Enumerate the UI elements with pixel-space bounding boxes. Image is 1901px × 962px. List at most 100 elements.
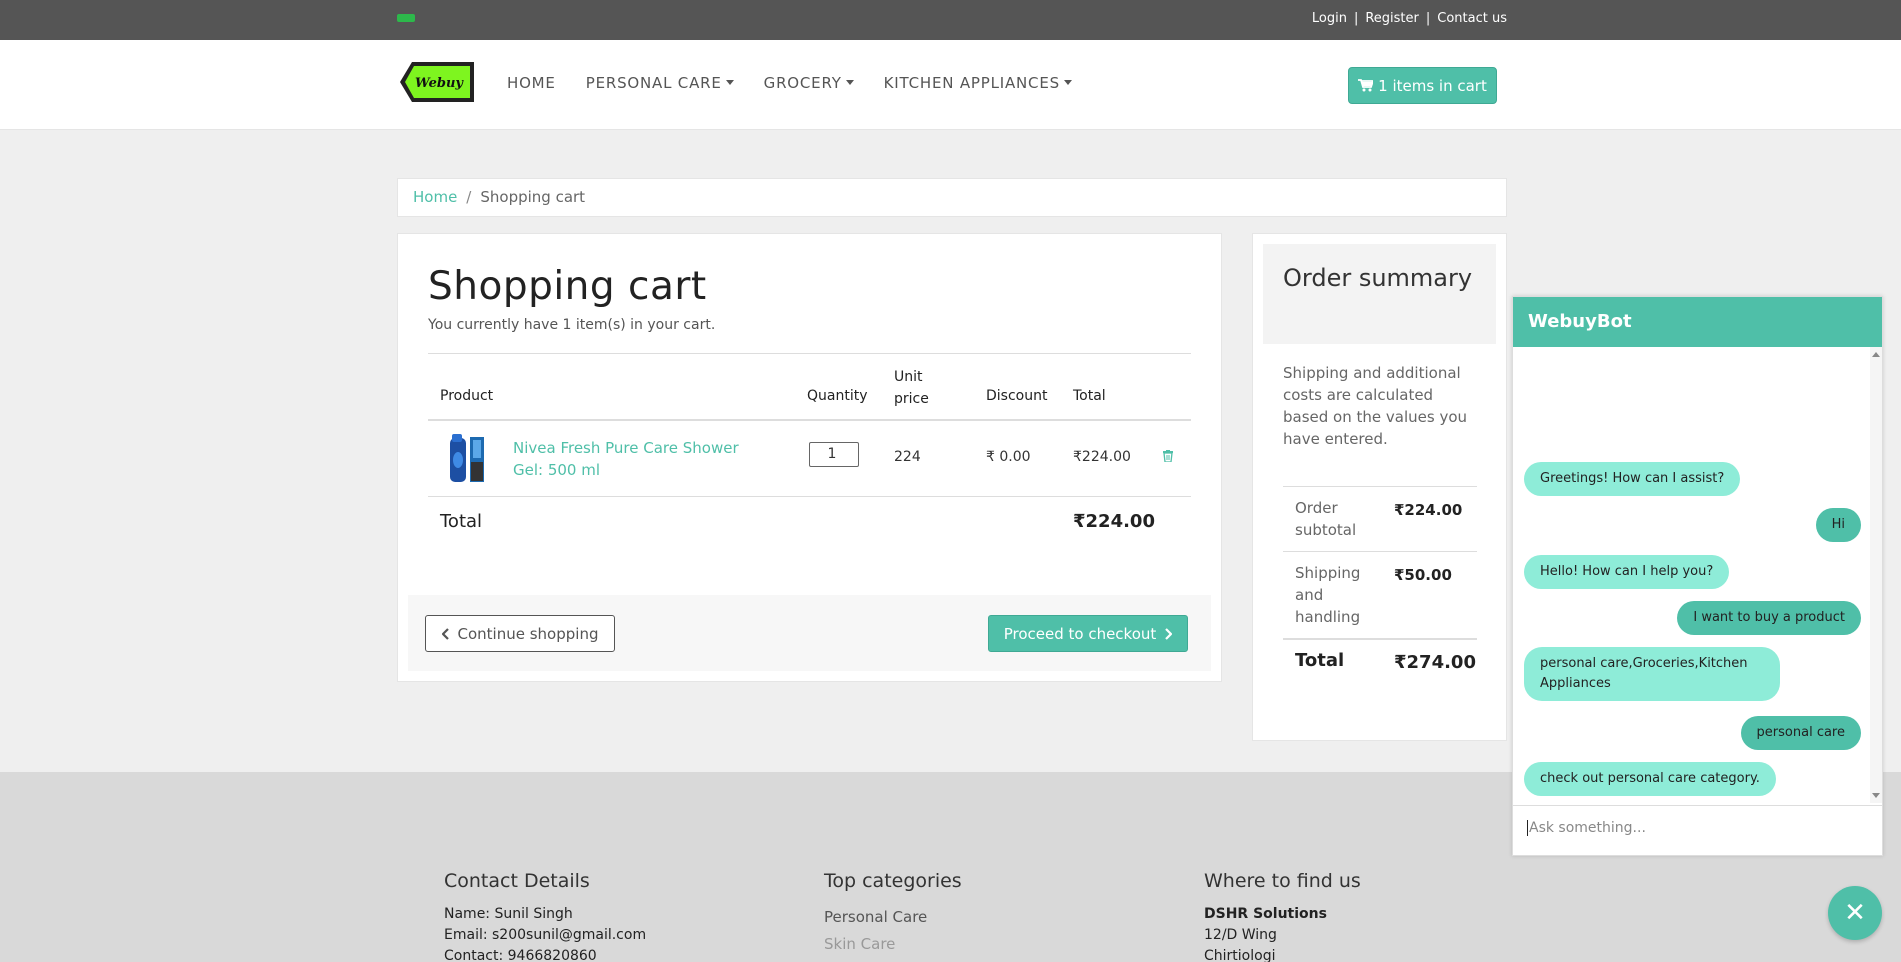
company-name: DSHR Solutions <box>1204 906 1327 922</box>
discount: ₹ 0.00 <box>986 449 1031 465</box>
user-message: personal care <box>1740 716 1861 750</box>
cart-button-label: 1 items in cart <box>1378 76 1487 95</box>
column-discount: Discount <box>986 388 1048 404</box>
summary-row-total: Total ₹274.00 <box>1283 638 1477 682</box>
top-bar: Login | Register | Contact us <box>0 0 1901 40</box>
chat-input[interactable]: Ask something... <box>1513 805 1882 855</box>
chat-input-placeholder: Ask something... <box>1529 820 1646 836</box>
order-summary-table: Order subtotal ₹224.00 Shipping and hand… <box>1283 486 1477 682</box>
chatbot-window: WebuyBot Greetings! How can I assist? Hi… <box>1512 296 1883 856</box>
nav-personal-care[interactable]: PERSONAL CARE <box>586 74 734 92</box>
breadcrumb-separator: / <box>466 188 472 206</box>
footer-category-link[interactable]: Personal Care <box>824 904 962 931</box>
close-chat-button[interactable]: ✕ <box>1828 886 1882 940</box>
continue-shopping-label: Continue shopping <box>457 624 599 643</box>
summary-value: ₹50.00 <box>1394 566 1452 584</box>
footer-heading: Contact Details <box>444 870 590 892</box>
breadcrumb: Home / Shopping cart <box>397 178 1507 217</box>
order-summary-title: Order summary <box>1263 244 1496 344</box>
shopping-cart-panel: Shopping cart You currently have 1 item(… <box>397 233 1222 682</box>
shopping-cart-icon <box>1358 79 1374 92</box>
nav-kitchen-appliances-label: KITCHEN APPLIANCES <box>883 74 1060 92</box>
summary-label: Shipping and handling <box>1295 564 1361 626</box>
trash-icon[interactable] <box>1163 450 1173 462</box>
column-total: Total <box>1073 388 1106 404</box>
nav-home[interactable]: HOME <box>507 74 556 92</box>
table-row: Nivea Fresh Pure Care Shower Gel: 500 ml… <box>428 422 1191 497</box>
close-icon: ✕ <box>1844 898 1866 928</box>
separator: | <box>1425 11 1431 26</box>
cart-total-row: Total ₹224.00 <box>428 497 1191 547</box>
cart-button[interactable]: 1 items in cart <box>1348 67 1497 104</box>
summary-total-label: Total <box>1295 650 1345 671</box>
cart-total-value: ₹224.00 <box>1073 511 1155 532</box>
login-link[interactable]: Login <box>1312 11 1347 26</box>
chevron-left-icon <box>441 627 449 640</box>
proceed-to-checkout-label: Proceed to checkout <box>1003 624 1157 643</box>
footer-contact-details: Contact Details Name: Sunil Singh Email:… <box>444 870 646 962</box>
bot-message: check out personal care category. <box>1524 762 1776 796</box>
product-link[interactable]: Nivea Fresh Pure Care Shower Gel: 500 ml <box>513 437 763 481</box>
contact-us-link[interactable]: Contact us <box>1437 11 1507 26</box>
caret-down-icon <box>845 79 854 85</box>
footer-heading: Top categories <box>824 870 962 892</box>
footer-category-link[interactable]: Skin Care <box>824 931 962 958</box>
summary-row-shipping: Shipping and handling ₹50.00 <box>1283 551 1477 638</box>
column-unit-price: Unit price <box>894 369 929 407</box>
register-link[interactable]: Register <box>1365 11 1419 26</box>
nav-personal-care-label: PERSONAL CARE <box>585 74 722 92</box>
chevron-right-icon <box>1165 627 1173 640</box>
proceed-to-checkout-button[interactable]: Proceed to checkout <box>988 615 1188 652</box>
contact-name: Name: Sunil Singh <box>444 906 573 922</box>
user-message: I want to buy a product <box>1677 601 1861 635</box>
breadcrumb-home[interactable]: Home <box>413 188 457 206</box>
continue-shopping-button[interactable]: Continue shopping <box>425 615 615 652</box>
contact-email: Email: s200sunil@gmail.com <box>444 927 647 943</box>
breadcrumb-current: Shopping cart <box>480 188 586 206</box>
nav-grocery[interactable]: GROCERY <box>764 74 854 92</box>
cart-actions: Continue shopping Proceed to checkout <box>408 595 1211 671</box>
navbar: Webuy HOME PERSONAL CARE GROCERY KITCHEN… <box>0 40 1901 130</box>
nav-kitchen-appliances[interactable]: KITCHEN APPLIANCES <box>884 74 1072 92</box>
bot-message: Greetings! How can I assist? <box>1524 462 1741 496</box>
cart-subtitle: You currently have 1 item(s) in your car… <box>428 317 716 333</box>
table-header: Product Quantity Unit price Discount Tot… <box>428 353 1191 421</box>
page-title: Shopping cart <box>428 264 707 309</box>
column-product: Product <box>440 388 494 404</box>
footer-where-to-find-us: Where to find us DSHR Solutions 12/D Win… <box>1204 870 1361 962</box>
summary-total-value: ₹274.00 <box>1394 652 1476 673</box>
text-cursor <box>1527 820 1528 836</box>
address-line: Chirtiologi <box>1204 948 1276 962</box>
quantity-input[interactable]: 1 <box>809 442 859 467</box>
product-image[interactable] <box>442 434 488 484</box>
cart-total-label: Total <box>440 511 483 532</box>
main-menu: HOME PERSONAL CARE GROCERY KITCHEN APPLI… <box>507 74 1102 92</box>
summary-value: ₹224.00 <box>1394 501 1463 519</box>
unit-price: 224 <box>894 449 921 465</box>
chat-scrollbar[interactable] <box>1870 347 1882 803</box>
footer-heading: Where to find us <box>1204 870 1361 892</box>
bot-message: Hello! How can I help you? <box>1524 555 1730 589</box>
summary-row-subtotal: Order subtotal ₹224.00 <box>1283 486 1477 551</box>
chatbot-title: WebuyBot <box>1513 297 1882 347</box>
nav-home-label: HOME <box>507 74 556 92</box>
user-message: Hi <box>1815 508 1861 542</box>
nav-grocery-label: GROCERY <box>763 74 842 92</box>
top-links: Login | Register | Contact us <box>1312 11 1507 26</box>
address-line: 12/D Wing <box>1204 927 1277 943</box>
scroll-down-icon[interactable] <box>1872 793 1880 798</box>
order-summary-text: Shipping and additional costs are calcul… <box>1283 364 1467 448</box>
summary-label: Order subtotal <box>1295 499 1357 539</box>
footer-top-categories: Top categories Personal Care Skin Care <box>824 870 962 958</box>
column-quantity: Quantity <box>807 388 868 404</box>
row-total: ₹224.00 <box>1073 449 1131 465</box>
caret-down-icon <box>725 79 734 85</box>
order-summary-panel: Order summary Shipping and additional co… <box>1252 233 1507 741</box>
separator: | <box>1353 11 1359 26</box>
webuy-logo[interactable]: Webuy <box>398 60 476 104</box>
bot-message: personal care,Groceries,Kitchen Applianc… <box>1524 647 1780 701</box>
svg-text:Webuy: Webuy <box>415 76 464 91</box>
chat-messages[interactable]: Greetings! How can I assist? Hi Hello! H… <box>1513 347 1871 803</box>
flag-icon[interactable] <box>397 14 415 22</box>
scroll-up-icon[interactable] <box>1872 352 1880 357</box>
